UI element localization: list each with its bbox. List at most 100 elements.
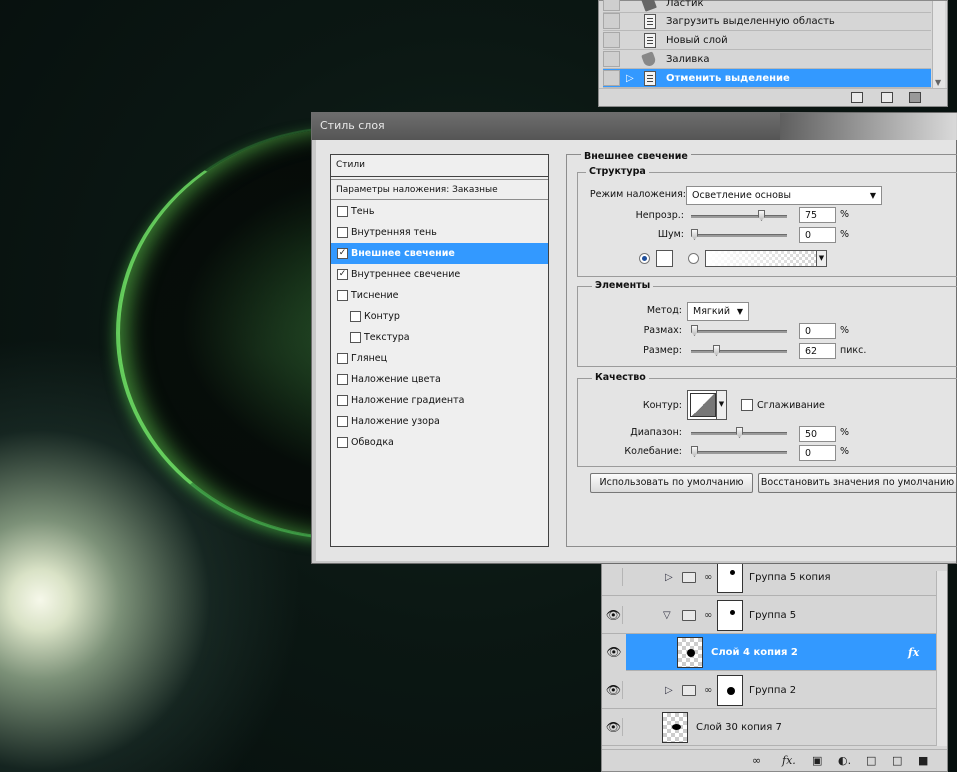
layer-row[interactable]: 👁 ▽ ∞ Группа 5 xyxy=(602,597,938,634)
history-item[interactable]: Загрузить выделенную область xyxy=(603,12,931,31)
adjustment-layer-icon[interactable]: ◐. xyxy=(838,754,851,767)
camera-snapshot-icon[interactable] xyxy=(881,92,893,103)
dialog-titlebar[interactable]: Стиль слоя xyxy=(312,113,780,140)
history-snapshot-box[interactable] xyxy=(603,51,620,67)
link-layers-icon[interactable]: ∞ xyxy=(752,754,761,767)
technique-select[interactable]: Мягкий ▼ xyxy=(687,302,749,321)
style-checkbox[interactable] xyxy=(337,290,348,301)
expand-triangle-icon[interactable]: ▷ xyxy=(665,572,673,583)
styles-header[interactable]: Стили xyxy=(331,155,548,177)
reset-default-button[interactable]: Восстановить значения по умолчанию xyxy=(758,473,956,493)
spread-slider[interactable] xyxy=(691,325,787,336)
style-checkbox[interactable] xyxy=(337,395,348,406)
expand-triangle-icon[interactable]: ▷ xyxy=(665,685,673,696)
noise-slider[interactable] xyxy=(691,229,787,240)
scroll-down-icon[interactable]: ▼ xyxy=(935,78,941,87)
style-checkbox[interactable] xyxy=(337,353,348,364)
style-item-outer-glow[interactable]: ✓ Внешнее свечение xyxy=(331,243,548,264)
trash-icon[interactable]: ■ xyxy=(918,754,928,767)
history-scrollbar[interactable]: ▼ xyxy=(932,1,945,89)
antialias-checkbox[interactable] xyxy=(741,399,753,411)
layer-mask-thumbnail[interactable] xyxy=(717,675,743,706)
layers-scrollbar[interactable] xyxy=(936,571,947,746)
layer-name[interactable]: Группа 5 копия xyxy=(749,572,831,583)
style-item-stroke[interactable]: Обводка xyxy=(331,432,548,453)
style-checkbox-checked[interactable]: ✓ xyxy=(337,269,348,280)
new-group-icon[interactable]: □ xyxy=(866,754,876,767)
layer-row-selected[interactable]: Слой 4 копия 2 fx xyxy=(626,634,938,671)
blend-mode-select[interactable]: Осветление основы ▼ xyxy=(686,186,882,205)
blending-options-item[interactable]: Параметры наложения: Заказные xyxy=(331,179,548,200)
history-snapshot-box[interactable] xyxy=(603,32,620,48)
link-icon: ∞ xyxy=(704,609,713,621)
eye-icon[interactable]: 👁 xyxy=(605,606,623,624)
make-default-button[interactable]: Использовать по умолчанию xyxy=(590,473,753,493)
add-mask-icon[interactable]: ▣ xyxy=(812,754,822,767)
noise-input[interactable]: 0 xyxy=(799,227,836,243)
style-checkbox[interactable] xyxy=(337,437,348,448)
range-input[interactable]: 50 xyxy=(799,426,836,442)
solid-color-radio[interactable] xyxy=(639,253,650,264)
layer-name[interactable]: Слой 30 копия 7 xyxy=(696,722,782,733)
eye-icon[interactable]: 👁 xyxy=(605,643,623,661)
layer-name[interactable]: Группа 5 xyxy=(749,610,796,621)
style-item-gradient-overlay[interactable]: Наложение градиента xyxy=(331,390,548,411)
chevron-down-icon[interactable]: ▼ xyxy=(716,391,726,419)
history-item[interactable]: Новый слой xyxy=(603,31,931,50)
style-item-satin[interactable]: Глянец xyxy=(331,348,548,369)
fx-icon[interactable]: fx xyxy=(908,646,919,659)
trash-icon[interactable] xyxy=(909,92,921,103)
style-item-inner-shadow[interactable]: Внутренняя тень xyxy=(331,222,548,243)
new-document-from-state-icon[interactable] xyxy=(851,92,863,103)
history-snapshot-box[interactable] xyxy=(603,0,620,11)
style-item-bevel-emboss[interactable]: Тиснение xyxy=(331,285,548,306)
style-checkbox-checked[interactable]: ✓ xyxy=(337,248,348,259)
eye-icon[interactable]: 👁 xyxy=(605,681,623,699)
style-checkbox[interactable] xyxy=(350,311,361,322)
style-checkbox[interactable] xyxy=(337,416,348,427)
layer-name[interactable]: Группа 2 xyxy=(749,685,796,696)
layer-mask-thumbnail[interactable] xyxy=(717,562,743,593)
size-unit: пикс. xyxy=(840,345,867,356)
style-item-contour[interactable]: Контур xyxy=(331,306,548,327)
glow-gradient-picker[interactable]: ▼ xyxy=(705,250,827,267)
layer-row[interactable]: 👁 Слой 30 копия 7 xyxy=(602,709,938,746)
style-item-pattern-overlay[interactable]: Наложение узора xyxy=(331,411,548,432)
history-item[interactable]: Заливка xyxy=(603,50,931,69)
history-snapshot-box[interactable] xyxy=(603,13,620,29)
style-item-texture[interactable]: Текстура xyxy=(331,327,548,348)
add-layer-style-icon[interactable]: fx. xyxy=(782,754,796,767)
layer-row[interactable]: 👁 ▷ ∞ Группа 2 xyxy=(602,672,938,709)
style-checkbox[interactable] xyxy=(350,332,361,343)
contour-picker[interactable]: ▼ xyxy=(687,390,727,420)
jitter-input[interactable]: 0 xyxy=(799,445,836,461)
eraser-icon xyxy=(640,0,660,12)
style-item-inner-glow[interactable]: ✓ Внутреннее свечение xyxy=(331,264,548,285)
range-slider[interactable] xyxy=(691,427,787,438)
size-slider[interactable] xyxy=(691,345,787,356)
glow-color-swatch[interactable] xyxy=(656,250,673,267)
size-input[interactable]: 62 xyxy=(799,343,836,359)
eye-icon[interactable]: 👁 xyxy=(605,718,623,736)
style-checkbox[interactable] xyxy=(337,227,348,238)
style-checkbox[interactable] xyxy=(337,206,348,217)
history-item-selected[interactable]: ▷ Отменить выделение xyxy=(603,69,931,88)
style-item-color-overlay[interactable]: Наложение цвета xyxy=(331,369,548,390)
chevron-down-icon[interactable]: ▼ xyxy=(816,251,826,266)
new-layer-icon[interactable]: □ xyxy=(892,754,902,767)
layer-row[interactable]: ▷ ∞ Группа 5 копия xyxy=(602,559,938,596)
style-checkbox[interactable] xyxy=(337,374,348,385)
opacity-input[interactable]: 75 xyxy=(799,207,836,223)
jitter-slider[interactable] xyxy=(691,446,787,457)
layer-thumbnail[interactable] xyxy=(677,637,703,668)
visibility-toggle[interactable] xyxy=(605,568,623,586)
opacity-slider[interactable] xyxy=(691,210,787,221)
layer-mask-thumbnail[interactable] xyxy=(717,600,743,631)
layer-name[interactable]: Слой 4 копия 2 xyxy=(711,647,798,658)
gradient-radio[interactable] xyxy=(688,253,699,264)
style-item-drop-shadow[interactable]: Тень xyxy=(331,201,548,222)
history-snapshot-box[interactable] xyxy=(603,70,620,86)
spread-input[interactable]: 0 xyxy=(799,323,836,339)
layer-thumbnail[interactable] xyxy=(662,712,688,743)
collapse-triangle-icon[interactable]: ▽ xyxy=(663,610,671,621)
